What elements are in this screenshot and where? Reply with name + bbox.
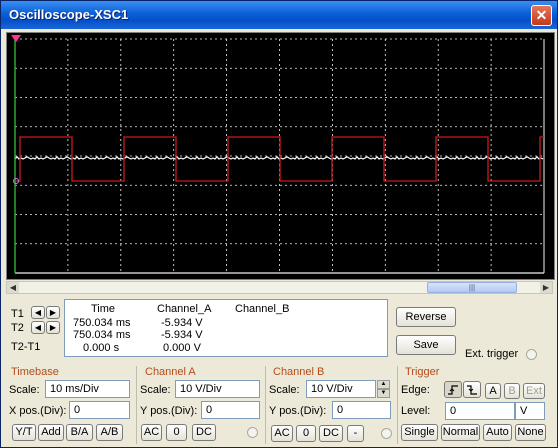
channel-b-zero-button[interactable]: 0 xyxy=(296,425,316,442)
t2-left-arrow-icon[interactable]: ◀ xyxy=(31,321,45,334)
divider xyxy=(136,366,137,444)
channel-a-scale-input[interactable]: 10 V/Div xyxy=(175,380,260,398)
channel-a-title: Channel A xyxy=(145,366,196,378)
timebase-xpos-input[interactable]: 0 xyxy=(69,401,130,419)
trigger-level-input[interactable]: 0 xyxy=(445,402,515,420)
measurement-readout: Time Channel_A Channel_B 750.034 ms -5.9… xyxy=(64,299,388,357)
falling-edge-icon[interactable] xyxy=(463,381,481,398)
scroll-right-icon[interactable]: ▶ xyxy=(540,282,552,293)
mode-add-button[interactable]: Add xyxy=(38,424,64,441)
channel-b-invert-button[interactable]: - xyxy=(347,425,364,442)
delta-channel-a: 0.000 V xyxy=(163,342,201,354)
channel-b-scale-label: Scale: xyxy=(269,384,300,396)
close-button[interactable]: ✕ xyxy=(531,5,552,26)
channel-b-trace xyxy=(14,155,544,160)
trigger-level-label: Level: xyxy=(401,405,431,417)
channel-a-ypos-label: Y pos.(Div): xyxy=(140,405,198,417)
t1-left-arrow-icon[interactable]: ◀ xyxy=(31,306,45,319)
channel-b-title: Channel B xyxy=(273,366,325,378)
channel-b-ypos-input[interactable]: 0 xyxy=(332,401,391,419)
timebase-title: Timebase xyxy=(11,366,59,378)
channel-b-dc-button[interactable]: DC xyxy=(319,425,343,442)
window-title: Oscilloscope-XSC1 xyxy=(9,7,129,22)
trigger-normal-button[interactable]: Normal xyxy=(441,424,480,441)
channel-b-ac-button[interactable]: AC xyxy=(271,425,293,442)
header-channel-a: Channel_A xyxy=(157,303,212,315)
ext-trigger-terminal[interactable] xyxy=(526,349,537,360)
mode-ba-button[interactable]: B/A xyxy=(66,424,93,441)
t2-right-arrow-icon[interactable]: ▶ xyxy=(46,321,60,334)
reverse-button[interactable]: Reverse xyxy=(396,307,456,327)
horizontal-scrollbar[interactable]: ◀ ||| ▶ xyxy=(6,281,553,294)
channel-a-scale-label: Scale: xyxy=(140,384,171,396)
save-button[interactable]: Save xyxy=(396,335,456,355)
trigger-source-a-button[interactable]: A xyxy=(485,383,501,399)
trigger-level-unit[interactable]: V xyxy=(515,402,545,420)
channel-a-zero-button[interactable]: 0 xyxy=(166,424,187,441)
trigger-edge-label: Edge: xyxy=(401,384,430,396)
divider xyxy=(397,366,398,444)
channel-a-ypos-input[interactable]: 0 xyxy=(201,401,260,419)
channel-a-terminal[interactable] xyxy=(247,427,258,438)
trigger-auto-button[interactable]: Auto xyxy=(483,424,512,441)
mode-yt-button[interactable]: Y/T xyxy=(12,424,36,441)
cursor-t1-marker xyxy=(11,35,21,42)
channel-a-ac-button[interactable]: AC xyxy=(141,424,162,441)
channel-b-terminal[interactable] xyxy=(381,428,392,439)
ext-trigger-label: Ext. trigger xyxy=(465,348,519,360)
t2-t1-label: T2-T1 xyxy=(11,341,41,353)
mode-ab-button[interactable]: A/B xyxy=(96,424,123,441)
t1-right-arrow-icon[interactable]: ▶ xyxy=(46,306,60,319)
t2-time: 750.034 ms xyxy=(73,329,131,341)
scroll-thumb[interactable]: ||| xyxy=(427,282,517,293)
channel-b-scale-input[interactable]: 10 V/Div xyxy=(306,380,376,398)
header-time: Time xyxy=(91,303,116,315)
trigger-source-b-button[interactable]: B xyxy=(504,383,520,399)
spin-down-icon[interactable]: ▼ xyxy=(377,389,390,398)
t1-label: T1 xyxy=(11,308,24,320)
scroll-left-icon[interactable]: ◀ xyxy=(7,282,19,293)
trigger-none-button[interactable]: None xyxy=(515,424,546,441)
trigger-source-ext-button[interactable]: Ext xyxy=(523,383,545,399)
timebase-scale-label: Scale: xyxy=(9,384,40,396)
timebase-scale-input[interactable]: 10 ms/Div xyxy=(45,380,130,398)
trigger-title: Trigger xyxy=(405,366,440,378)
spin-up-icon[interactable]: ▲ xyxy=(377,380,390,389)
delta-time: 0.000 s xyxy=(83,342,120,354)
channel-b-ypos-label: Y pos.(Div): xyxy=(269,405,327,417)
oscilloscope-window: Oscilloscope-XSC1 ✕ ◀ ||| ▶ T1 T2 T2-T1 … xyxy=(0,0,558,448)
t1-channel-a: -5.934 V xyxy=(161,317,203,329)
header-channel-b: Channel_B xyxy=(235,303,290,315)
channel-a-dc-button[interactable]: DC xyxy=(192,424,216,441)
trigger-single-button[interactable]: Single xyxy=(401,424,438,441)
oscilloscope-screen[interactable] xyxy=(6,32,555,280)
scope-display xyxy=(11,35,545,274)
t2-label: T2 xyxy=(11,322,24,334)
timebase-xpos-label: X pos.(Div): xyxy=(9,405,67,417)
title-bar[interactable]: Oscilloscope-XSC1 ✕ xyxy=(1,1,557,29)
rising-edge-icon[interactable] xyxy=(444,381,462,398)
t1-time: 750.034 ms xyxy=(73,317,131,329)
t2-channel-a: -5.934 V xyxy=(161,329,203,341)
divider xyxy=(265,366,266,444)
